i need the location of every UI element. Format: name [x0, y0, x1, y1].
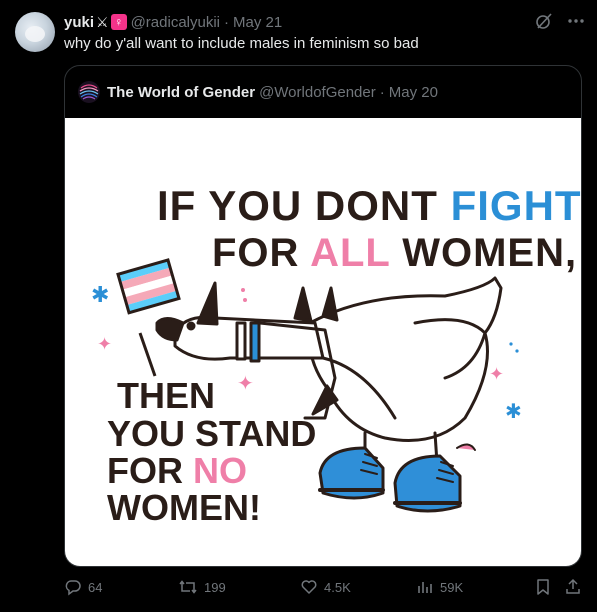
post-date[interactable]: May 21: [233, 14, 282, 31]
quoted-post[interactable]: The World of Gender @WorldofGender · May…: [64, 65, 582, 567]
svg-text:✦: ✦: [489, 364, 504, 384]
repost-count: 199: [204, 579, 226, 595]
quote-date[interactable]: May 20: [389, 84, 438, 101]
reply-icon: [65, 580, 81, 596]
quote-author-handle[interactable]: @WorldofGender: [259, 84, 376, 101]
repost-icon: [179, 580, 197, 594]
post-avatar[interactable]: [15, 12, 55, 52]
image-line-3: THEN: [117, 375, 215, 416]
quote-author-name[interactable]: The World of Gender: [107, 84, 255, 101]
quote-image[interactable]: IF YOU DONT FIGHT FOR ALL WOMEN, THEN YO…: [65, 118, 581, 566]
quote-avatar[interactable]: [77, 80, 101, 104]
svg-text:✱: ✱: [91, 282, 109, 307]
like-button[interactable]: 4.5K: [300, 578, 351, 596]
share-button[interactable]: [564, 578, 582, 596]
author-handle[interactable]: @radicalyukii: [131, 14, 220, 31]
image-line-6: WOMEN!: [107, 487, 261, 528]
bookmark-icon: [537, 579, 549, 595]
reply-count: 64: [88, 579, 103, 595]
author-name[interactable]: yuki: [64, 14, 94, 31]
svg-text:✦: ✦: [97, 334, 112, 354]
image-line-4: YOU STAND: [107, 413, 316, 454]
views-chart-icon: [418, 582, 432, 593]
heart-icon: [301, 580, 317, 594]
post-header: yuki ⚔ ♀ @radicalyukii · May 21: [64, 12, 585, 32]
female-sign-icon: ♀: [110, 14, 127, 30]
share-icon: [566, 578, 580, 594]
repost-button[interactable]: 199: [178, 578, 226, 596]
crossed-swords-icon: ⚔: [96, 13, 109, 30]
separator: ·: [379, 83, 385, 101]
image-line-5: FOR NO: [107, 450, 247, 491]
view-count: 59K: [440, 579, 464, 595]
grok-icon[interactable]: [535, 12, 553, 30]
svg-text:✦: ✦: [237, 373, 254, 395]
svg-text:✱: ✱: [505, 401, 522, 423]
bookmark-button[interactable]: [534, 578, 552, 596]
more-options-icon[interactable]: [567, 12, 585, 30]
separator: ·: [224, 13, 229, 31]
image-line-1: IF YOU DONT FIGHT: [157, 182, 581, 229]
reply-button[interactable]: 64: [64, 578, 102, 596]
image-line-2: FOR ALL WOMEN,: [212, 231, 577, 275]
post-text: why do y'all want to include males in fe…: [64, 35, 419, 52]
views-button[interactable]: 59K: [416, 578, 463, 596]
action-bar: 64 199 4.5K 59K: [64, 578, 582, 602]
like-count: 4.5K: [324, 579, 351, 595]
